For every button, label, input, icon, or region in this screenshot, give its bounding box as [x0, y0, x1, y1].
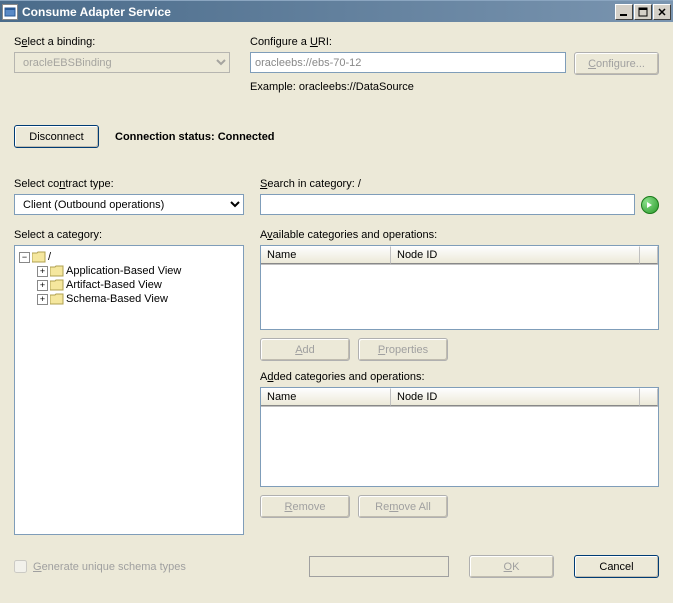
tree-node-schema-view[interactable]: + Schema-Based View	[37, 292, 239, 306]
tree-root-label: /	[48, 251, 51, 263]
contract-label: Select contract type:	[14, 178, 244, 190]
expand-icon[interactable]: +	[37, 294, 48, 305]
uri-example: Example: oracleebs://DataSource	[250, 81, 659, 93]
expand-icon[interactable]: +	[37, 280, 48, 291]
search-input[interactable]	[260, 194, 635, 215]
cancel-button[interactable]: Cancel	[574, 555, 659, 578]
uri-label: Configure a URI:	[250, 36, 659, 48]
binding-label: Select a binding:	[14, 36, 230, 48]
folder-icon	[50, 265, 64, 277]
added-label: Added categories and operations:	[260, 371, 659, 383]
listview-header: Name Node ID	[261, 388, 658, 407]
col-spacer	[640, 388, 658, 406]
tree-node-artifact-view[interactable]: + Artifact-Based View	[37, 278, 239, 292]
binding-select[interactable]: oracleEBSBinding	[14, 52, 230, 73]
ok-button[interactable]: OK	[469, 555, 554, 578]
col-spacer	[640, 246, 658, 264]
col-nodeid[interactable]: Node ID	[391, 246, 640, 264]
available-label: Available categories and operations:	[260, 229, 659, 241]
collapse-icon[interactable]: −	[19, 252, 30, 263]
close-button[interactable]	[653, 4, 671, 20]
folder-icon	[32, 251, 46, 263]
generate-schema-checkbox[interactable]: Generate unique schema types	[14, 560, 186, 573]
disconnect-button[interactable]: Disconnect	[14, 125, 99, 148]
uri-input[interactable]	[250, 52, 566, 73]
generate-schema-input[interactable]	[14, 560, 27, 573]
filename-prefix-input	[309, 556, 449, 577]
configure-button[interactable]: Configure...	[574, 52, 659, 75]
expand-icon[interactable]: +	[37, 266, 48, 277]
col-name[interactable]: Name	[261, 388, 391, 406]
removeall-button[interactable]: Remove All	[358, 495, 448, 518]
app-icon	[2, 4, 18, 20]
tree-root[interactable]: − /	[19, 250, 239, 264]
tree-item-label: Application-Based View	[66, 265, 181, 277]
tree-item-label: Schema-Based View	[66, 293, 168, 305]
tree-item-label: Artifact-Based View	[66, 279, 162, 291]
tree-node-app-view[interactable]: + Application-Based View	[37, 264, 239, 278]
contract-select[interactable]: Client (Outbound operations)	[14, 194, 244, 215]
search-go-button[interactable]	[641, 196, 659, 214]
minimize-button[interactable]	[615, 4, 633, 20]
add-button[interactable]: Add	[260, 338, 350, 361]
connection-status: Connection status: Connected	[115, 131, 275, 143]
folder-icon	[50, 279, 64, 291]
category-label: Select a category:	[14, 229, 244, 241]
available-listview[interactable]: Name Node ID	[260, 245, 659, 330]
folder-icon	[50, 293, 64, 305]
listview-header: Name Node ID	[261, 246, 658, 265]
titlebar: Consume Adapter Service	[0, 0, 673, 22]
properties-button[interactable]: Properties	[358, 338, 448, 361]
maximize-button[interactable]	[634, 4, 652, 20]
added-listview[interactable]: Name Node ID	[260, 387, 659, 487]
col-nodeid[interactable]: Node ID	[391, 388, 640, 406]
window-title: Consume Adapter Service	[22, 5, 615, 19]
category-tree[interactable]: − / + Application-Based View +	[14, 245, 244, 535]
remove-button[interactable]: Remove	[260, 495, 350, 518]
search-label: Search in category: /	[260, 178, 659, 190]
col-name[interactable]: Name	[261, 246, 391, 264]
